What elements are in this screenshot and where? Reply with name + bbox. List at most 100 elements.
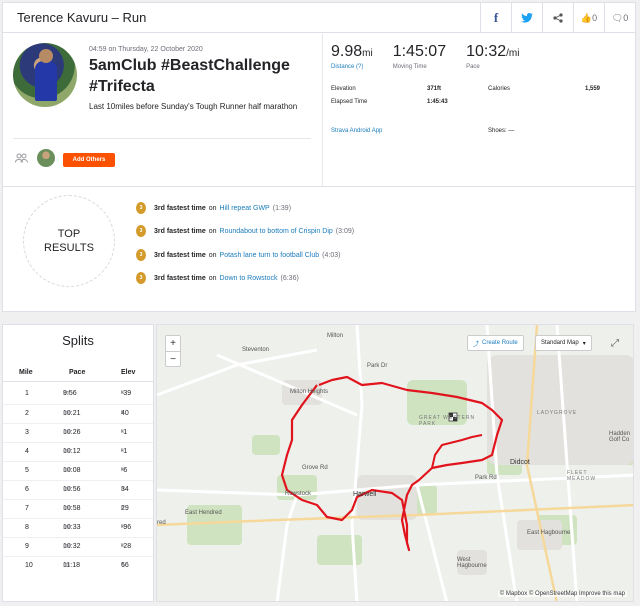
route-icon: ⤴ <box>473 341 480 348</box>
athlete-avatar[interactable] <box>13 43 77 107</box>
map-place-label: Hadden Golf Co <box>609 431 631 443</box>
split-mile: 3 <box>25 429 29 436</box>
map-place-label: Park Rd <box>475 475 497 481</box>
zoom-controls: + − <box>165 335 181 367</box>
create-route-button[interactable]: ⤴ Create Route <box>467 335 524 351</box>
device-link[interactable]: Strava Android App <box>331 128 382 134</box>
split-row: 3 10:26 /mi -1 ft <box>3 423 153 442</box>
calories-value: 1,559 <box>585 86 601 92</box>
map-style-label: Standard Map <box>541 340 579 346</box>
map-place-label: East Hagbourne <box>527 530 571 536</box>
map-place-label: East Hendred <box>185 510 222 516</box>
split-row: 1 9:56 /mi -39 ft <box>25 390 132 397</box>
twitter-share-icon[interactable] <box>511 3 542 33</box>
comment-button[interactable]: 🗨 0 <box>604 3 635 33</box>
segment-link[interactable]: Potash lane turn to football Club <box>220 252 320 259</box>
split-mile: 2 <box>25 410 29 417</box>
achievement-on: on <box>208 274 217 282</box>
activity-header-title: Terence Kavuru – Run <box>17 10 147 25</box>
split-row: 9 10:32 /mi -28 ft <box>3 537 153 556</box>
segment-link[interactable]: Hill repeat GWP <box>220 205 270 212</box>
achievement-rank: 3rd fastest time <box>154 204 206 212</box>
athlete-mini-avatar[interactable] <box>37 149 55 167</box>
route-map[interactable]: Milton Steventon Park Dr Milton Heights … <box>156 324 634 602</box>
top-results-line2: RESULTS <box>44 242 94 254</box>
column-header-elev: Elev <box>121 369 136 376</box>
activity-title: 5amClub #BeastChallenge #Trifecta <box>89 57 290 95</box>
achievement-rank: 3rd fastest time <box>154 227 206 235</box>
comments-count: 0 <box>623 13 629 23</box>
zoom-in-button[interactable]: + <box>166 336 180 351</box>
segment-link[interactable]: Down to Rowstock <box>220 275 278 282</box>
map-place-label: West Hagbourne <box>457 557 487 569</box>
medal-icon: 3 <box>136 249 146 261</box>
segment-link[interactable]: Roundabout to bottom of Crispin Dip <box>220 228 333 235</box>
split-mile: 4 <box>25 448 29 455</box>
split-mile: 8 <box>25 524 29 531</box>
comment-icon: 🗨 <box>611 12 624 23</box>
medal-icon: 3 <box>136 225 146 237</box>
achievement-time: (6:36) <box>280 274 299 282</box>
kudos-button[interactable]: 👍 0 <box>573 3 604 33</box>
share-actions: f 👍 0 🗨 0 <box>480 3 635 33</box>
elevation-label: Elevation <box>331 86 356 92</box>
fullscreen-icon[interactable]: ⤢ <box>607 335 623 351</box>
achievement-time: (4:03) <box>322 251 341 259</box>
group-people-icon <box>15 153 29 165</box>
split-mile: 5 <box>25 467 29 474</box>
split-mile: 7 <box>25 505 29 512</box>
map-place-label: Steventon <box>242 347 270 353</box>
zoom-out-button[interactable]: − <box>166 351 180 366</box>
divider <box>3 186 635 187</box>
split-mile: 6 <box>25 486 29 493</box>
create-route-label: Create Route <box>482 340 518 346</box>
distance-label[interactable]: Distance (?) <box>331 64 373 70</box>
map-place-label: Didcot <box>510 459 530 466</box>
split-row: 8 10:33 /mi -96 ft <box>3 518 153 537</box>
map-place-label: Harwell <box>353 491 377 498</box>
thumbs-up-icon: 👍 <box>580 12 593 23</box>
split-row: 5 10:08 /mi -6 ft <box>3 461 153 480</box>
map-canvas[interactable] <box>157 325 634 602</box>
activity-header: Terence Kavuru – Run f 👍 0 🗨 0 <box>3 3 635 33</box>
split-mile: 1 <box>25 390 29 397</box>
moving-time-label: Moving Time <box>392 64 427 70</box>
split-mile: 10 <box>25 562 33 569</box>
map-place-label: LADYGROVE <box>537 410 578 416</box>
top-results-line1: TOP <box>57 228 81 240</box>
share-icon[interactable] <box>542 3 573 33</box>
medal-icon: 3 <box>136 202 146 214</box>
achievement-on: on <box>208 204 217 212</box>
map-place-label: Milton Heights <box>290 389 329 395</box>
pace-unit: /mi <box>506 48 520 59</box>
split-row: 7 10:58 /mi 29 ft <box>3 499 153 518</box>
map-place-label: FLEET MEADOW <box>567 470 597 482</box>
split-mile: 9 <box>25 543 29 550</box>
map-place-label: Rowstock <box>285 491 312 497</box>
split-row: 6 10:56 /mi 34 ft <box>3 480 153 499</box>
column-header-pace: Pace <box>69 369 86 376</box>
map-style-select[interactable]: Standard Map ▾ <box>535 335 592 351</box>
distance-stat: 9.98mi Distance (?) <box>331 43 373 70</box>
divider <box>322 34 323 186</box>
split-row: 2 10:21 /mi 40 ft <box>3 404 153 423</box>
add-others-button[interactable]: Add Others <box>63 153 115 167</box>
elapsed-time-value: 1:45:43 <box>427 99 448 105</box>
split-row: 10 11:18 /mi 66 ft <box>3 556 153 575</box>
elevation-value: 371ft <box>427 86 442 92</box>
pace-label: Pace <box>466 64 480 70</box>
elapsed-time-label: Elapsed Time <box>331 99 368 105</box>
map-place-label: red <box>157 520 166 526</box>
split-row: 4 10:12 /mi -1 ft <box>3 442 153 461</box>
map-attribution[interactable]: © Mapbox © OpenStreetMap Improve this ma… <box>497 591 627 597</box>
achievement-on: on <box>208 227 217 235</box>
map-place-label: Park Dr <box>367 363 388 369</box>
activity-summary-card: Terence Kavuru – Run f 👍 0 🗨 0 04:59 on Th… <box>2 2 636 312</box>
divider <box>13 138 311 139</box>
splits-panel: Splits Mile Pace Elev 1 9:56 /mi -39 ft 2 10… <box>2 324 154 602</box>
pace-stat: 10:32/mi Pace <box>466 43 519 70</box>
chevron-down-icon: ▾ <box>582 340 586 347</box>
facebook-share-icon[interactable]: f <box>480 3 511 33</box>
achievement-item: 3 3rd fastest time on Hill repeat GWP (1… <box>136 201 291 215</box>
splits-title: Splits <box>62 333 94 348</box>
